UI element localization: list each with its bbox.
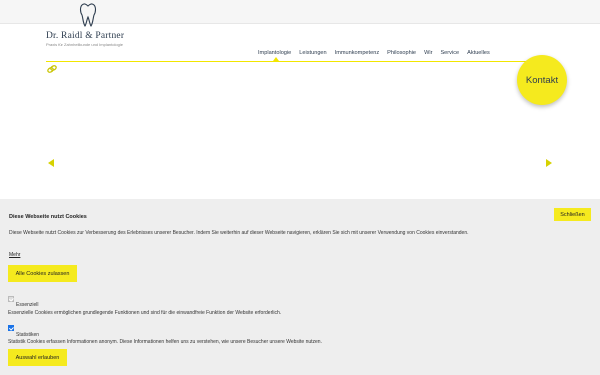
slider-next-arrow-icon[interactable]	[546, 159, 552, 167]
nav-divider	[46, 61, 554, 62]
statistics-label: Statistiken	[16, 332, 40, 338]
kontakt-button[interactable]: Kontakt	[517, 55, 567, 105]
allow-all-cookies-button[interactable]: Alle Cookies zulassen	[8, 265, 77, 282]
close-button[interactable]: Schließen	[554, 208, 591, 221]
statistics-checkbox[interactable]	[8, 325, 14, 331]
link-icon[interactable]	[47, 65, 57, 73]
essential-checkbox[interactable]	[8, 296, 14, 302]
nav-item-aktuelles[interactable]: Aktuelles	[463, 50, 494, 56]
essential-description: Essenzielle Cookies ermöglichen grundleg…	[8, 310, 282, 316]
nav-item-leistungen[interactable]: Leistungen	[295, 50, 330, 56]
slider-prev-arrow-icon[interactable]	[48, 159, 54, 167]
logo[interactable]: Dr. Raidl & Partner Praxis für Zahnheilk…	[46, 3, 156, 47]
cookie-title: Diese Webseite nutzt Cookies	[9, 214, 87, 220]
essential-label: Essenziell	[16, 302, 39, 308]
more-link[interactable]: Mehr	[9, 252, 20, 258]
nav-item-service[interactable]: Service	[436, 50, 463, 56]
logo-subtitle: Praxis für Zahnheilkunde und Implantolog…	[46, 42, 123, 47]
nav-item-philosophie[interactable]: Philosophie	[383, 50, 420, 56]
nav-item-wir[interactable]: Wir	[420, 50, 436, 56]
main-nav: Implantologie Leistungen Immunkompetenz …	[254, 50, 494, 56]
allow-selected-button[interactable]: Auswahl erlauben	[8, 349, 67, 366]
logo-name: Dr. Raidl & Partner	[46, 31, 125, 41]
nav-item-immunkompetenz[interactable]: Immunkompetenz	[331, 50, 383, 56]
statistics-description: Statistik Cookies erfassen Informationen…	[8, 339, 322, 345]
nav-item-implantologie[interactable]: Implantologie	[254, 50, 295, 56]
cookie-consent-panel: Schließen Diese Webseite nutzt Cookies D…	[0, 199, 600, 375]
cookie-description: Diese Webseite nutzt Cookies zur Verbess…	[9, 230, 469, 236]
tooth-icon	[79, 3, 97, 27]
